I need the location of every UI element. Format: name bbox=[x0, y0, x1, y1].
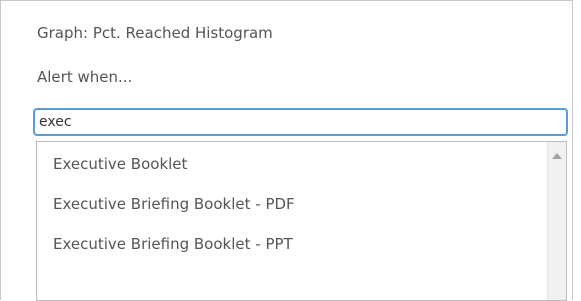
suggestion-item[interactable]: Executive Briefing Booklet - PDF bbox=[53, 195, 295, 213]
suggestion-dropdown: Executive Booklet Executive Briefing Boo… bbox=[36, 141, 567, 301]
graph-title: Graph: Pct. Reached Histogram bbox=[37, 24, 273, 42]
alert-search-input[interactable] bbox=[33, 108, 568, 136]
suggestion-list: Executive Booklet Executive Briefing Boo… bbox=[37, 142, 548, 300]
dropdown-scrollbar[interactable] bbox=[547, 142, 566, 300]
panel-edge bbox=[574, 0, 581, 292]
chevron-up-icon[interactable] bbox=[552, 153, 562, 159]
suggestion-item[interactable]: Executive Booklet bbox=[53, 155, 187, 173]
suggestion-item[interactable]: Executive Briefing Booklet - PPT bbox=[53, 235, 293, 253]
alert-when-label: Alert when... bbox=[37, 68, 133, 86]
